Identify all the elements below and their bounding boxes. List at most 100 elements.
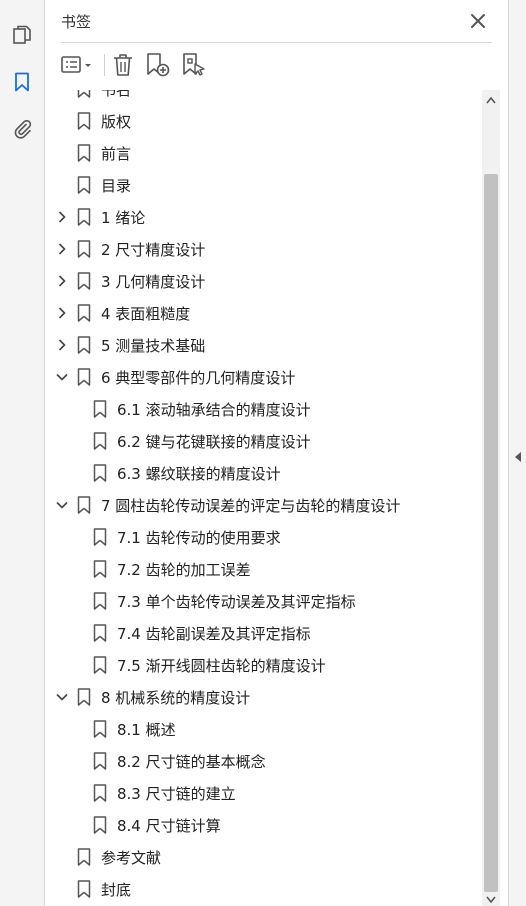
chevron-right-icon[interactable] — [54, 273, 70, 289]
chevron-right-icon[interactable] — [54, 305, 70, 321]
bookmarks-toolbar — [45, 48, 508, 82]
collapse-left-arrow-icon — [515, 452, 521, 462]
bookmarks-tree: 书名版权前言目录 1 绪论 2 尺寸精度设计 3 几何精度设计 4 表面粗糙度 5 测量技… — [45, 90, 483, 906]
bookmark-icon — [93, 752, 107, 770]
bookmark-row[interactable]: 封底 — [45, 873, 483, 905]
bookmark-label: 6.2 键与花键联接的精度设计 — [117, 433, 311, 451]
bookmark-row[interactable]: 书名 — [45, 90, 483, 105]
bookmark-label: 2 尺寸精度设计 — [101, 241, 206, 259]
new-bookmark-from-structure-button[interactable] — [181, 52, 207, 78]
chevron-right-icon[interactable] — [54, 337, 70, 353]
chevron-down-icon[interactable] — [54, 689, 70, 705]
bookmark-row[interactable]: 7.4 齿轮副误差及其评定指标 — [45, 617, 483, 649]
bookmark-label: 7 圆柱齿轮传动误差的评定与齿轮的精度设计 — [101, 497, 401, 515]
close-panel-button[interactable] — [468, 11, 488, 31]
bookmark-icon — [77, 848, 91, 866]
right-panel-toggle[interactable] — [508, 0, 526, 906]
new-bookmark-icon — [147, 53, 170, 77]
bookmark-icon — [93, 656, 107, 674]
toolbar-separator — [104, 54, 105, 76]
bookmark-row[interactable]: 4 表面粗糙度 — [45, 297, 483, 329]
bookmark-row[interactable]: 3 几何精度设计 — [45, 265, 483, 297]
bookmark-row[interactable]: 7 圆柱齿轮传动误差的评定与齿轮的精度设计 — [45, 489, 483, 521]
bookmark-icon — [77, 688, 91, 706]
bookmark-icon — [77, 880, 91, 898]
bookmark-icon — [93, 624, 107, 642]
bookmark-icon[interactable] — [11, 71, 33, 93]
bookmark-row[interactable]: 2 尺寸精度设计 — [45, 233, 483, 265]
bookmark-label: 参考文献 — [101, 849, 162, 867]
bookmark-icon — [77, 90, 91, 98]
bookmark-icon — [77, 176, 91, 194]
bookmark-label: 5 测量技术基础 — [101, 337, 206, 355]
bookmark-icon — [77, 272, 91, 290]
bookmark-icon — [93, 464, 107, 482]
trash-icon — [114, 54, 132, 76]
bookmark-row[interactable]: 8.2 尺寸链的基本概念 — [45, 745, 483, 777]
new-bookmark-button[interactable] — [145, 52, 171, 78]
options-menu-icon — [61, 56, 91, 73]
bookmark-row[interactable]: 7.1 齿轮传动的使用要求 — [45, 521, 483, 553]
structure-bookmark-icon — [183, 53, 205, 76]
bookmark-row[interactable]: 7.2 齿轮的加工误差 — [45, 553, 483, 585]
bookmark-label: 封底 — [101, 881, 132, 899]
bookmark-row[interactable]: 5 测量技术基础 — [45, 329, 483, 361]
bookmark-icon — [93, 592, 107, 610]
delete-bookmark-button[interactable] — [112, 52, 134, 78]
bookmark-label: 3 几何精度设计 — [101, 273, 206, 291]
pages-icon[interactable] — [11, 24, 33, 46]
bookmarks-scrollbar[interactable] — [482, 90, 500, 906]
bookmark-label: 7.5 渐开线圆柱齿轮的精度设计 — [117, 657, 326, 675]
bookmark-icon — [93, 560, 107, 578]
panel-header: 书签 — [45, 0, 508, 42]
bookmark-row[interactable]: 8.3 尺寸链的建立 — [45, 777, 483, 809]
bookmark-row[interactable]: 目录 — [45, 169, 483, 201]
bookmark-row[interactable]: 8 机械系统的精度设计 — [45, 681, 483, 713]
bookmark-icon — [93, 528, 107, 546]
bookmark-row[interactable]: 前言 — [45, 137, 483, 169]
bookmarks-panel: 书签 书名版权前言目录 1 绪论 2 尺寸精度设计 3 几何精度设计 4 表面粗糙度 5 … — [45, 0, 508, 906]
bookmark-row[interactable]: 6.2 键与花键联接的精度设计 — [45, 425, 483, 457]
bookmark-label: 8 机械系统的精度设计 — [101, 689, 251, 707]
bookmark-label: 7.1 齿轮传动的使用要求 — [117, 529, 281, 547]
bookmark-row[interactable]: 7.3 单个齿轮传动误差及其评定指标 — [45, 585, 483, 617]
chevron-right-icon[interactable] — [54, 241, 70, 257]
scrollbar-thumb[interactable] — [484, 174, 498, 892]
options-menu-button[interactable] — [59, 52, 97, 78]
bookmark-icon — [77, 336, 91, 354]
bookmark-row[interactable]: 6.1 滚动轴承结合的精度设计 — [45, 393, 483, 425]
bookmark-label: 目录 — [101, 177, 132, 195]
bookmark-row[interactable]: 参考文献 — [45, 841, 483, 873]
bookmark-label: 7.3 单个齿轮传动误差及其评定指标 — [117, 593, 356, 611]
panel-title: 书签 — [61, 13, 92, 31]
header-divider — [61, 42, 492, 43]
chevron-down-icon[interactable] — [54, 369, 70, 385]
bookmark-icon — [77, 144, 91, 162]
attachment-icon[interactable] — [11, 117, 33, 139]
bookmark-label: 7.4 齿轮副误差及其评定指标 — [117, 625, 311, 643]
bookmark-row[interactable]: 1 绪论 — [45, 201, 483, 233]
chevron-right-icon[interactable] — [54, 209, 70, 225]
bookmark-icon — [77, 368, 91, 386]
bookmark-icon — [77, 208, 91, 226]
chevron-down-icon[interactable] — [54, 497, 70, 513]
bookmark-label: 前言 — [101, 145, 132, 163]
bookmark-label: 8.3 尺寸链的建立 — [117, 785, 236, 803]
bookmark-row[interactable]: 6.3 螺纹联接的精度设计 — [45, 457, 483, 489]
bookmark-label: 6 典型零部件的几何精度设计 — [101, 369, 296, 387]
bookmark-icon — [77, 496, 91, 514]
scroll-down-arrow-icon — [486, 896, 496, 904]
bookmark-label: 书名 — [101, 90, 132, 99]
bookmark-label: 8.2 尺寸链的基本概念 — [117, 753, 266, 771]
bookmark-icon — [77, 112, 91, 130]
bookmark-icon — [77, 240, 91, 258]
bookmark-label: 8.1 概述 — [117, 721, 176, 739]
bookmark-row[interactable]: 8.1 概述 — [45, 713, 483, 745]
scroll-up-arrow-icon — [486, 96, 496, 104]
bookmark-row[interactable]: 7.5 渐开线圆柱齿轮的精度设计 — [45, 649, 483, 681]
bookmark-row[interactable]: 8.4 尺寸链计算 — [45, 809, 483, 841]
bookmark-row[interactable]: 6 典型零部件的几何精度设计 — [45, 361, 483, 393]
bookmark-icon — [93, 400, 107, 418]
bookmark-icon — [93, 432, 107, 450]
bookmark-row[interactable]: 版权 — [45, 105, 483, 137]
